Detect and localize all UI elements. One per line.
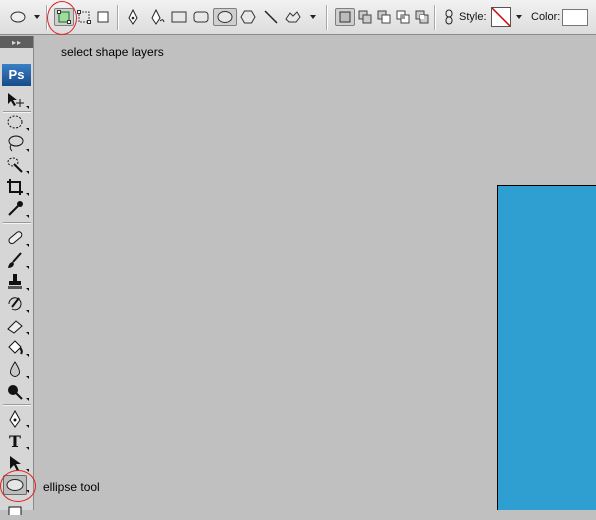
intersect-shape-areas-button[interactable] <box>393 8 413 26</box>
fill-pixels-icon <box>97 11 109 23</box>
intersect-shape-areas-icon <box>396 10 410 24</box>
brush-tool[interactable] <box>4 250 29 270</box>
ellipse-icon <box>217 11 233 23</box>
rounded-rectangle-tool-button[interactable] <box>191 8 211 26</box>
eyedropper-tool[interactable] <box>4 199 29 219</box>
document-canvas[interactable] <box>497 185 596 510</box>
style-caret-icon[interactable] <box>516 15 522 19</box>
photoshop-logo[interactable]: Ps <box>2 64 31 86</box>
color-swatch[interactable] <box>562 9 588 26</box>
options-separator <box>117 5 119 30</box>
history-brush-tool[interactable] <box>4 294 29 314</box>
paint-bucket-icon <box>8 340 23 355</box>
pen-tool-button[interactable] <box>123 8 143 26</box>
tools-panel-grip[interactable]: ▸▸ <box>0 36 33 48</box>
options-separator <box>326 5 328 30</box>
fill-pixels-button[interactable] <box>93 8 113 26</box>
subtract-shape-area-icon <box>377 10 391 24</box>
no-style-icon <box>492 8 510 26</box>
ellipse-tool-option-button[interactable] <box>213 8 237 26</box>
add-shape-area-icon <box>358 10 372 24</box>
type-tool[interactable]: T <box>4 431 29 451</box>
shape-layers-annotation: select shape layers <box>61 45 164 59</box>
move-tool[interactable] <box>4 90 29 110</box>
link-icon <box>445 9 453 25</box>
style-picker-swatch[interactable] <box>491 7 511 27</box>
style-label: Style: <box>459 11 487 23</box>
dodge-tool[interactable] <box>4 382 29 402</box>
freeform-pen-button[interactable] <box>147 8 167 26</box>
rectangle-icon <box>171 11 187 23</box>
crop-icon <box>7 179 23 195</box>
blur-tool[interactable] <box>4 360 29 380</box>
options-bar: Style: Color: <box>0 0 596 35</box>
exclude-overlap-icon <box>415 10 429 24</box>
line-tool-button[interactable] <box>261 8 281 26</box>
tools-separator <box>3 222 31 224</box>
freeform-pen-icon <box>151 9 165 25</box>
elliptical-marquee-tool[interactable] <box>4 112 29 132</box>
lasso-tool[interactable] <box>4 133 29 153</box>
pen-icon <box>128 9 138 25</box>
stamp-icon <box>8 274 22 289</box>
elliptical-marquee-icon <box>7 115 23 129</box>
eraser-tool[interactable] <box>4 316 29 336</box>
create-new-shape-layer-button[interactable] <box>335 8 355 26</box>
ellipse-tool-highlight-circle <box>0 470 36 502</box>
polygon-tool-button[interactable] <box>238 8 258 26</box>
history-brush-icon <box>8 297 22 311</box>
rectangle-tool-button[interactable] <box>169 8 189 26</box>
lasso-icon <box>8 135 24 152</box>
move-icon <box>8 93 24 107</box>
eyedropper-icon <box>8 201 23 216</box>
ellipse-tool-annotation: ellipse tool <box>43 480 100 494</box>
note-icon <box>8 506 22 515</box>
pen-icon <box>9 410 21 428</box>
paths-icon <box>77 10 91 24</box>
notes-tool[interactable] <box>4 500 26 520</box>
rounded-rectangle-icon <box>193 11 209 23</box>
color-label: Color: <box>531 11 561 23</box>
exclude-overlapping-areas-button[interactable] <box>412 8 432 26</box>
crop-tool[interactable] <box>4 177 29 197</box>
ellipse-preset-icon <box>10 11 26 23</box>
quick-selection-tool[interactable] <box>4 155 29 175</box>
add-to-shape-area-button[interactable] <box>355 8 375 26</box>
tool-preset-picker[interactable] <box>8 8 28 26</box>
line-icon <box>264 10 278 24</box>
custom-shape-icon <box>285 11 301 23</box>
subtract-from-shape-area-button[interactable] <box>374 8 394 26</box>
shape-layers-highlight-circle <box>47 1 77 35</box>
svg-text:T: T <box>9 432 21 450</box>
custom-shape-tool-button[interactable] <box>283 8 303 26</box>
healing-bandage-icon <box>8 231 23 245</box>
blur-drop-icon <box>10 361 20 377</box>
tool-preset-caret-icon[interactable] <box>34 15 40 19</box>
tools-separator <box>3 404 31 406</box>
quick-selection-icon <box>7 157 23 173</box>
paint-bucket-tool[interactable] <box>4 338 29 358</box>
eraser-icon <box>7 320 23 334</box>
new-shape-layer-icon <box>339 11 351 23</box>
spot-healing-brush-tool[interactable] <box>4 228 29 248</box>
brush-icon <box>8 252 22 268</box>
polygon-icon <box>240 10 256 24</box>
paths-button[interactable] <box>74 8 94 26</box>
custom-shape-caret-icon[interactable] <box>310 15 316 19</box>
pen-tool[interactable] <box>4 409 29 429</box>
type-icon: T <box>9 432 21 450</box>
tools-panel: ▸▸ Ps T <box>0 36 34 515</box>
options-separator <box>434 5 436 30</box>
link-layer-style-button[interactable] <box>439 8 459 26</box>
dodge-icon <box>8 385 23 400</box>
clone-stamp-tool[interactable] <box>4 272 29 292</box>
